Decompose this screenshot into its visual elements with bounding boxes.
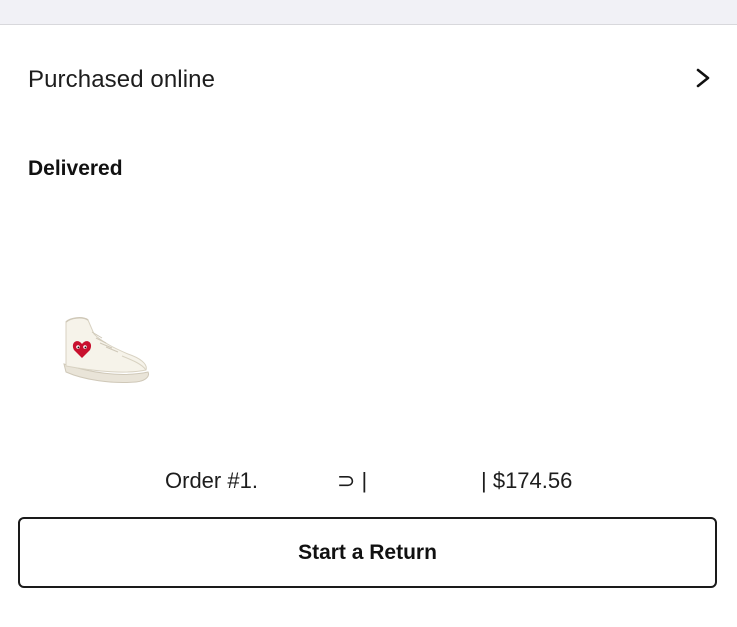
top-header-strip [0, 0, 737, 25]
order-number: Order #1. [165, 468, 258, 493]
start-return-button[interactable]: Start a Return [18, 517, 717, 588]
order-status: Delivered [28, 157, 123, 180]
chevron-right-icon[interactable] [693, 66, 713, 90]
product-image[interactable] [58, 310, 154, 390]
order-number-fragment: ⊃ | [337, 468, 368, 493]
purchased-online-row[interactable]: Purchased online [0, 50, 737, 110]
order-detail-page: Purchased online Delivered Order #1. ⊃ |… [0, 0, 737, 627]
purchased-online-label: Purchased online [28, 66, 216, 93]
order-price: | $174.56 [481, 468, 573, 493]
